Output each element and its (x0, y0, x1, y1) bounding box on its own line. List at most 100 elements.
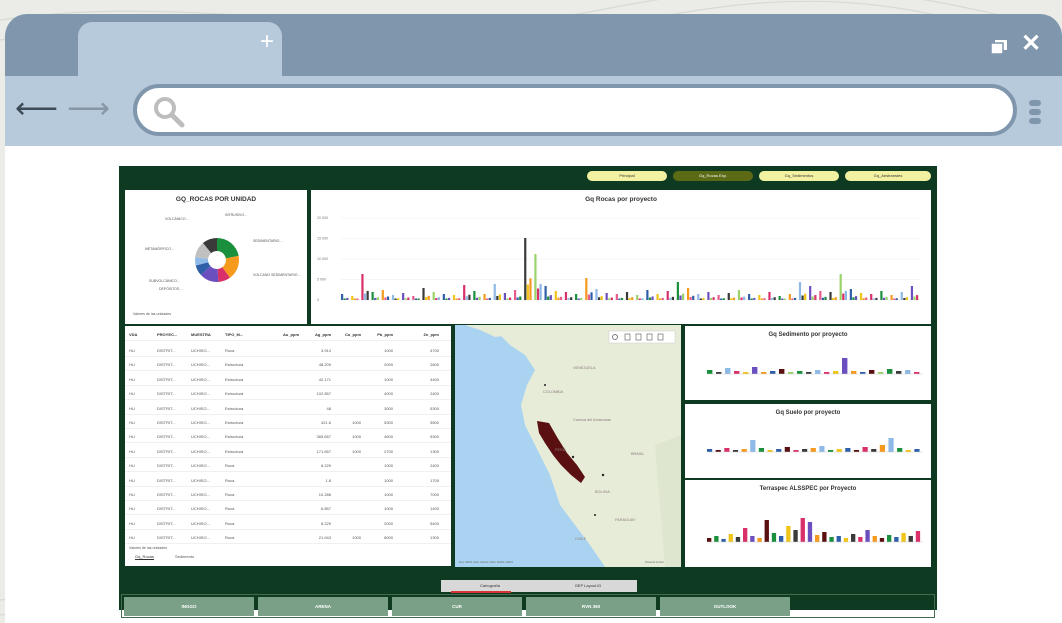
column-header[interactable]: Zn_ppm (395, 332, 439, 337)
map-view[interactable]: VENEZUELA COLOMBIA Cuenca del Amazonas B… (455, 325, 681, 567)
bar[interactable] (862, 447, 868, 452)
bar[interactable] (442, 294, 445, 300)
bar[interactable] (608, 298, 611, 300)
nav-gq-sedimentos[interactable]: Gq_Sedimentos (759, 171, 839, 181)
bar[interactable] (600, 296, 603, 300)
bar[interactable] (526, 284, 529, 301)
bar[interactable] (625, 292, 629, 300)
bar[interactable] (809, 286, 812, 300)
address-bar[interactable] (133, 84, 1017, 136)
inggo-button[interactable]: INGGO (124, 597, 254, 616)
bar[interactable] (376, 297, 379, 300)
bar[interactable] (741, 449, 747, 452)
bar[interactable] (699, 298, 702, 301)
bar[interactable] (536, 288, 540, 301)
bar[interactable] (425, 297, 428, 300)
bar[interactable] (516, 297, 519, 301)
table-row[interactable]: HU DISTRIT... UCHISO... Estructura 171.657 10… (125, 445, 451, 458)
rvn360-button[interactable]: RVN 360 (526, 597, 656, 616)
bar[interactable] (463, 285, 466, 300)
bar[interactable] (890, 295, 893, 300)
column-header[interactable]: Pb_ppm (363, 332, 393, 337)
bar[interactable] (811, 296, 814, 301)
bar[interactable] (631, 297, 634, 300)
table-row[interactable]: HU DISTRIT... UCHISO... Roca 8.229 2000 5400 (125, 517, 451, 530)
bar[interactable] (836, 449, 842, 452)
bar[interactable] (707, 370, 713, 374)
bar[interactable] (435, 298, 438, 300)
bar[interactable] (778, 296, 781, 300)
bar[interactable] (689, 297, 692, 300)
bar[interactable] (341, 294, 344, 300)
bar[interactable] (878, 372, 884, 374)
arena-button[interactable]: ARENA (258, 597, 388, 616)
bar[interactable] (597, 297, 601, 300)
bar[interactable] (724, 448, 730, 452)
bar[interactable] (887, 535, 892, 542)
bar[interactable] (829, 292, 832, 300)
bar[interactable] (559, 296, 563, 300)
bar[interactable] (478, 296, 481, 300)
bar[interactable] (735, 537, 741, 542)
browser-tab[interactable]: + (78, 22, 282, 76)
bar[interactable] (770, 371, 776, 374)
bar[interactable] (845, 448, 851, 452)
bar[interactable] (661, 297, 664, 300)
table-row[interactable]: HU DISTRIT... UCHISO... Roca 6.857 1000 1400 (125, 502, 451, 516)
bar[interactable] (824, 372, 830, 374)
bar[interactable] (905, 297, 909, 300)
bar[interactable] (770, 298, 774, 300)
bar[interactable] (524, 238, 527, 300)
bar[interactable] (363, 293, 367, 301)
bar[interactable] (842, 358, 848, 374)
bar[interactable] (833, 371, 839, 374)
bar[interactable] (885, 296, 888, 300)
bar[interactable] (779, 369, 785, 374)
bar[interactable] (730, 298, 733, 300)
bar[interactable] (832, 298, 835, 300)
bar[interactable] (895, 298, 898, 300)
bar[interactable] (595, 289, 598, 300)
bar[interactable] (374, 298, 377, 300)
bar[interactable] (750, 536, 755, 542)
bar[interactable] (610, 297, 613, 300)
bar[interactable] (737, 290, 741, 300)
bar[interactable] (513, 290, 517, 300)
bar[interactable] (784, 447, 790, 452)
bar[interactable] (786, 526, 791, 542)
bar[interactable] (404, 298, 407, 300)
bar[interactable] (712, 297, 715, 300)
bar[interactable] (776, 449, 782, 452)
bar[interactable] (896, 371, 902, 374)
bar[interactable] (447, 297, 451, 300)
bar[interactable] (493, 284, 496, 300)
bar[interactable] (432, 292, 435, 300)
bar[interactable] (862, 298, 865, 300)
bar[interactable] (758, 448, 765, 452)
bar[interactable] (871, 449, 877, 452)
bar[interactable] (743, 296, 746, 301)
bar[interactable] (547, 296, 550, 301)
nav-principal[interactable]: Principal (587, 171, 667, 181)
bar[interactable] (557, 297, 560, 300)
bar[interactable] (587, 294, 591, 301)
bar[interactable] (854, 296, 858, 300)
bar[interactable] (852, 297, 855, 300)
bar[interactable] (748, 294, 751, 300)
bar[interactable] (773, 297, 776, 300)
bar[interactable] (638, 298, 641, 301)
bar[interactable] (875, 297, 878, 300)
table-row[interactable]: HU DISTRIT... UCHISO... Roca 8.229 1000 2400 (125, 459, 451, 473)
bar[interactable] (901, 533, 906, 542)
bar[interactable] (715, 450, 721, 452)
bar[interactable] (879, 538, 885, 542)
bar[interactable] (397, 298, 400, 300)
bar[interactable] (728, 534, 733, 542)
bar[interactable] (714, 536, 719, 542)
bar[interactable] (865, 297, 868, 300)
bar[interactable] (529, 278, 532, 300)
nav-gq-rocas[interactable]: Gq_Rocas Exp. (673, 171, 753, 181)
new-tab-button[interactable]: + (260, 30, 274, 54)
bar[interactable] (869, 370, 875, 374)
bar[interactable] (669, 297, 672, 300)
